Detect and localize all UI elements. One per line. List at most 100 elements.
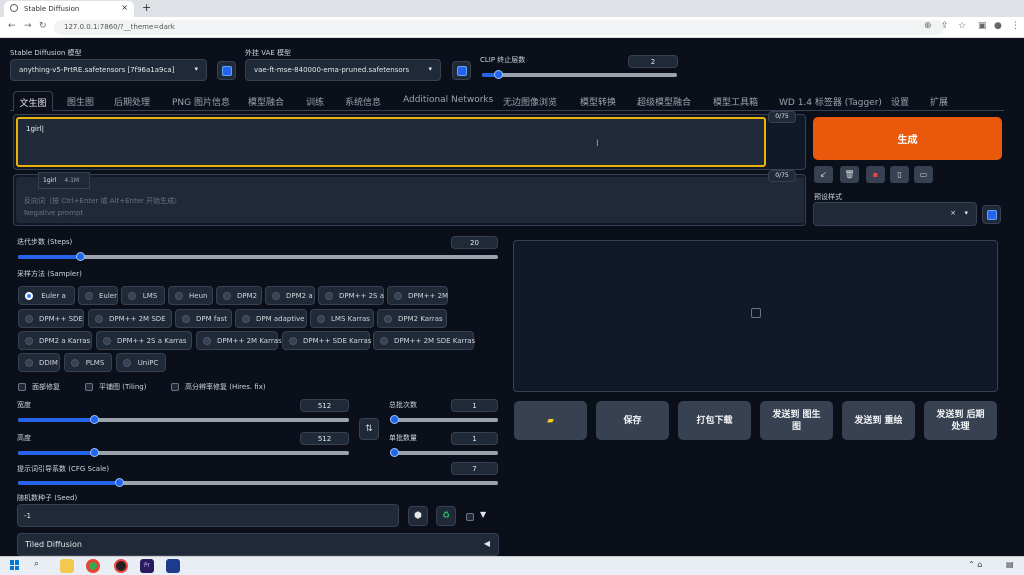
- trash-button[interactable]: 🗑: [840, 166, 859, 183]
- face-restore-checkbox[interactable]: 面部修复: [18, 382, 60, 392]
- width-slider[interactable]: [18, 415, 349, 424]
- open-folder-button[interactable]: ▰: [514, 401, 587, 440]
- save-button[interactable]: 保存: [596, 401, 669, 440]
- sampler-option[interactable]: DPM2 a: [265, 286, 315, 305]
- app-icon[interactable]: [166, 559, 180, 573]
- profile-icon[interactable]: ●: [994, 21, 1002, 31]
- tab-13[interactable]: WD 1.4 标签器 (Tagger): [779, 95, 882, 108]
- premiere-icon[interactable]: Pr: [140, 559, 154, 573]
- sampler-option[interactable]: Heun: [168, 286, 213, 305]
- sampler-option[interactable]: LMS: [121, 286, 165, 305]
- tiling-checkbox[interactable]: 平铺图 (Tiling): [85, 382, 146, 392]
- sampler-option[interactable]: DPM fast: [175, 309, 232, 328]
- width-input[interactable]: 512: [300, 399, 349, 412]
- reuse-seed-button[interactable]: ♻: [436, 506, 456, 526]
- clip-slider[interactable]: [482, 70, 677, 79]
- batch-count-input[interactable]: 1: [451, 399, 498, 412]
- sampler-option[interactable]: DPM2 Karras: [377, 309, 447, 328]
- autocomplete-popup[interactable]: 1girl 4.1M: [38, 172, 90, 189]
- tab-9[interactable]: 无边图像浏览: [503, 95, 557, 108]
- sampler-option[interactable]: DPM++ 2M SDE Karras: [373, 331, 475, 350]
- hires-fix-checkbox[interactable]: 高分辨率修复 (Hires. fix): [171, 382, 266, 392]
- sampler-option[interactable]: DDIM: [18, 353, 60, 372]
- file-explorer-icon[interactable]: [60, 559, 74, 573]
- sampler-option[interactable]: DPM++ 2S a Karras: [96, 331, 192, 350]
- sampler-option[interactable]: Euler a: [18, 286, 75, 305]
- seed-input[interactable]: -1: [17, 504, 399, 527]
- random-seed-button[interactable]: ⬢: [408, 506, 428, 526]
- tab-4[interactable]: PNG 图片信息: [172, 95, 230, 108]
- tab-5[interactable]: 模型融合: [248, 95, 284, 108]
- share-icon[interactable]: ⇪: [941, 21, 949, 31]
- notification-icon[interactable]: ▤: [1006, 560, 1014, 569]
- tab-12[interactable]: 模型工具箱: [713, 95, 758, 108]
- batch-count-slider[interactable]: [390, 415, 498, 424]
- sampler-option[interactable]: DPM2 a Karras: [18, 331, 92, 350]
- generate-button[interactable]: 生成: [813, 117, 1002, 160]
- sampler-option[interactable]: UniPC: [116, 353, 166, 372]
- clip-value-input[interactable]: 2: [628, 55, 678, 68]
- extra-seed-checkbox[interactable]: [466, 513, 474, 521]
- send-to-img2img-button[interactable]: 发送到 图生图: [760, 401, 833, 440]
- styles-dropdown[interactable]: × ▾: [813, 202, 977, 226]
- tiled-diffusion-accordion[interactable]: Tiled Diffusion ◀: [17, 533, 499, 556]
- tab-15[interactable]: 扩展: [930, 95, 948, 108]
- tab-3[interactable]: 后期处理: [114, 95, 150, 108]
- tab-11[interactable]: 超级模型融合: [637, 95, 691, 108]
- sampler-option[interactable]: DPM++ 2M SDE: [88, 309, 172, 328]
- tab-1[interactable]: 文生图: [13, 91, 53, 111]
- model-dropdown[interactable]: anything-v5-PrtRE.safetensors [7f96a1a9c…: [10, 59, 207, 81]
- sampler-option[interactable]: DPM adaptive: [235, 309, 307, 328]
- steps-input[interactable]: 20: [451, 236, 498, 249]
- windows-start-icon[interactable]: [10, 560, 20, 570]
- zoom-icon[interactable]: ⊕: [924, 21, 932, 31]
- tab-8[interactable]: Additional Networks: [403, 95, 493, 105]
- search-icon[interactable]: ⌕: [34, 559, 39, 569]
- sampler-option[interactable]: DPM++ SDE: [18, 309, 84, 328]
- prompt-textarea[interactable]: 1girl|: [16, 117, 766, 167]
- extra-networks-button[interactable]: ▪: [866, 166, 885, 183]
- back-icon[interactable]: ←: [8, 21, 16, 31]
- browser-tab[interactable]: Stable Diffusion ×: [4, 1, 134, 17]
- vae-dropdown[interactable]: vae-ft-mse-840000-ema-pruned.safetensors…: [245, 59, 441, 81]
- batch-size-slider[interactable]: [390, 448, 498, 457]
- sampler-option[interactable]: DPM++ 2M Karras: [196, 331, 282, 350]
- sampler-option[interactable]: DPM++ 2M: [387, 286, 448, 305]
- refresh-vae-button[interactable]: [452, 61, 471, 80]
- sampler-option[interactable]: DPM++ SDE Karras: [282, 331, 371, 350]
- tab-6[interactable]: 训练: [306, 95, 324, 108]
- zip-button[interactable]: 打包下载: [678, 401, 751, 440]
- tab-10[interactable]: 模型转换: [580, 95, 616, 108]
- menu-icon[interactable]: ⋮: [1011, 21, 1020, 31]
- sampler-option[interactable]: DPM++ 2S a: [318, 286, 384, 305]
- sampler-option[interactable]: Euler: [78, 286, 118, 305]
- save-style-button[interactable]: ▭: [914, 166, 933, 183]
- height-slider[interactable]: [18, 448, 349, 457]
- swap-dimensions-button[interactable]: ⇅: [359, 418, 379, 440]
- sidebar-icon[interactable]: ▣: [978, 21, 987, 31]
- refresh-styles-button[interactable]: [982, 205, 1001, 224]
- send-to-extras-button[interactable]: 发送到 后期处理: [924, 401, 997, 440]
- tab-14[interactable]: 设置: [891, 95, 909, 108]
- system-tray-icon[interactable]: ⌃ ⌂: [968, 560, 982, 569]
- height-input[interactable]: 512: [300, 432, 349, 445]
- app-icon[interactable]: [114, 559, 128, 573]
- tab-2[interactable]: 图生图: [67, 95, 94, 108]
- caret-down-icon[interactable]: ▼: [480, 510, 486, 519]
- steps-slider[interactable]: [18, 252, 498, 261]
- sampler-option[interactable]: DPM2: [216, 286, 262, 305]
- cfg-slider[interactable]: [18, 478, 498, 487]
- forward-icon[interactable]: →: [24, 21, 32, 31]
- sampler-option[interactable]: LMS Karras: [310, 309, 374, 328]
- read-params-button[interactable]: ↙: [814, 166, 833, 183]
- new-tab-button[interactable]: +: [142, 1, 151, 14]
- cfg-input[interactable]: 7: [451, 462, 498, 475]
- send-to-inpaint-button[interactable]: 发送到 重绘: [842, 401, 915, 440]
- address-bar[interactable]: 127.0.0.1:7860/?__theme=dark: [54, 20, 944, 35]
- reload-icon[interactable]: ↻: [39, 21, 47, 31]
- sampler-option[interactable]: PLMS: [64, 353, 112, 372]
- star-icon[interactable]: ☆: [958, 21, 966, 31]
- negative-textarea[interactable]: 反向词（按 Ctrl+Enter 或 Alt+Enter 开始生成） Negat…: [16, 177, 804, 223]
- refresh-model-button[interactable]: [217, 61, 236, 80]
- tab-7[interactable]: 系统信息: [345, 95, 381, 108]
